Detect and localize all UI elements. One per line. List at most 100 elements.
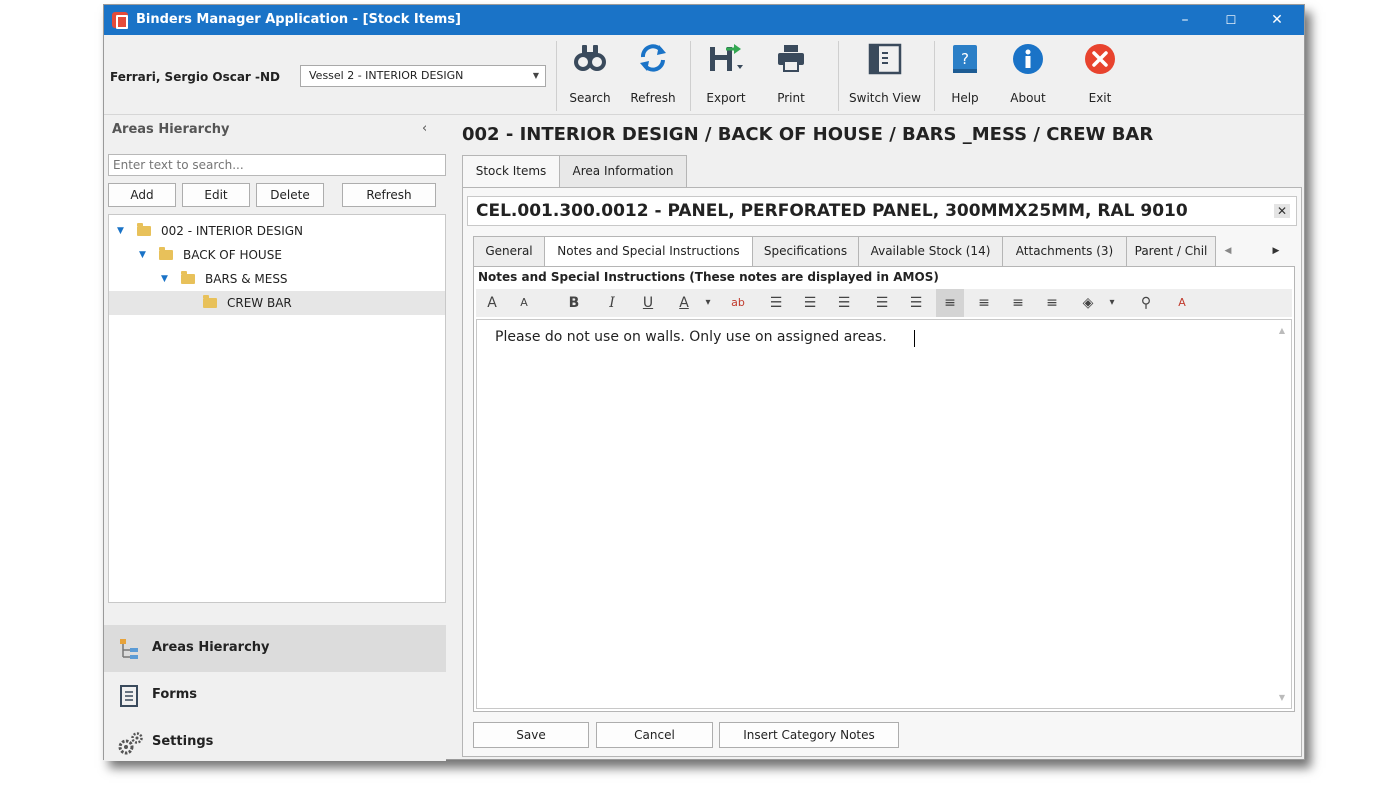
font-color-icon[interactable]: A xyxy=(670,289,698,317)
tab-specifications[interactable]: Specifications xyxy=(752,236,859,266)
tab-scroll-right-icon[interactable]: ▶ xyxy=(1265,236,1287,266)
binoculars-icon xyxy=(574,45,606,71)
tab-general[interactable]: General xyxy=(473,236,545,266)
minimize-button[interactable]: – xyxy=(1162,5,1208,35)
chevron-down-icon[interactable]: ▼ xyxy=(161,267,168,291)
toolbar-separator xyxy=(556,41,557,111)
folder-icon xyxy=(181,271,195,284)
tree-item[interactable]: ▼ BARS & MESS xyxy=(109,267,445,291)
main-panel: 002 - INTERIOR DESIGN / BACK OF HOUSE / … xyxy=(454,115,1304,761)
refresh-button[interactable]: Refresh xyxy=(622,43,684,111)
bullets-icon[interactable]: ☰ xyxy=(762,289,790,317)
text-caret xyxy=(914,330,915,347)
nav-forms[interactable]: Forms xyxy=(104,672,446,719)
chevron-down-icon[interactable]: ▾ xyxy=(1104,289,1120,317)
tab-attachments[interactable]: Attachments (3) xyxy=(1002,236,1127,266)
item-title: CEL.001.300.0012 - PANEL, PERFORATED PAN… xyxy=(476,201,1188,221)
search-button[interactable]: Search xyxy=(562,43,618,111)
tab-available-stock[interactable]: Available Stock (14) xyxy=(858,236,1003,266)
notes-panel: Notes and Special Instructions (These no… xyxy=(473,266,1295,712)
numbering-icon[interactable]: ☰ xyxy=(796,289,824,317)
item-header: CEL.001.300.0012 - PANEL, PERFORATED PAN… xyxy=(467,196,1297,226)
user-name: Ferrari, Sergio Oscar -ND xyxy=(110,70,281,84)
chevron-down-icon: ▼ xyxy=(532,71,539,80)
tree-item-selected[interactable]: CREW BAR xyxy=(109,291,445,315)
shrink-font-icon[interactable]: A xyxy=(510,289,538,317)
search-button-label: Search xyxy=(569,91,611,105)
switch-view-icon xyxy=(868,43,902,75)
formatting-toolbar: A A B I U A ▾ ab ☰ ☰ ☰ ☰ ☰ ≡ ≡ ≡ ≡ ◈ ▾ ⚲… xyxy=(476,289,1292,317)
close-icon[interactable]: ✕ xyxy=(1274,204,1290,218)
grow-font-icon[interactable]: A xyxy=(478,289,506,317)
bold-icon[interactable]: B xyxy=(560,289,588,317)
replace-icon[interactable]: A xyxy=(1168,289,1196,317)
tab-area-information[interactable]: Area Information xyxy=(559,155,687,187)
exit-button-label: Exit xyxy=(1088,91,1112,105)
search-input[interactable] xyxy=(108,154,446,176)
exit-icon xyxy=(1085,44,1115,74)
maximize-button[interactable]: ☐ xyxy=(1208,5,1254,35)
gears-icon xyxy=(118,732,143,755)
align-left-icon[interactable]: ≡ xyxy=(936,289,964,317)
nav-settings[interactable]: Settings xyxy=(104,719,446,766)
tab-notes[interactable]: Notes and Special Instructions xyxy=(544,236,753,267)
export-button-label: Export xyxy=(706,91,746,105)
areas-tree: ▼ 002 - INTERIOR DESIGN ▼ BACK OF HOUSE … xyxy=(108,214,446,603)
note-text[interactable]: Please do not use on walls. Only use on … xyxy=(495,329,887,345)
title-bar[interactable]: Binders Manager Application - [Stock Ite… xyxy=(104,5,1304,35)
align-center-icon[interactable]: ≡ xyxy=(970,289,998,317)
about-button[interactable]: About xyxy=(1002,43,1054,111)
stock-item-frame: CEL.001.300.0012 - PANEL, PERFORATED PAN… xyxy=(462,187,1302,757)
edit-button[interactable]: Edit xyxy=(182,183,250,207)
insert-category-notes-button[interactable]: Insert Category Notes xyxy=(719,722,899,748)
tree-item[interactable]: ▼ BACK OF HOUSE xyxy=(109,243,445,267)
nav-label: Settings xyxy=(152,734,214,749)
chevron-down-icon[interactable]: ▼ xyxy=(117,219,124,243)
underline-icon[interactable]: U xyxy=(634,289,662,317)
decrease-indent-icon[interactable]: ☰ xyxy=(868,289,896,317)
app-window: Binders Manager Application - [Stock Ite… xyxy=(103,4,1305,761)
tree-item[interactable]: ▼ 002 - INTERIOR DESIGN xyxy=(109,219,445,243)
chevron-down-icon[interactable]: ▼ xyxy=(139,243,146,267)
cancel-button[interactable]: Cancel xyxy=(596,722,713,748)
breadcrumb: 002 - INTERIOR DESIGN / BACK OF HOUSE / … xyxy=(462,124,1154,145)
tree-item-label: BACK OF HOUSE xyxy=(183,248,282,262)
scroll-down-icon[interactable]: ▼ xyxy=(1279,693,1285,702)
nav-areas-hierarchy[interactable]: Areas Hierarchy xyxy=(104,625,446,672)
tab-stock-items[interactable]: Stock Items xyxy=(462,155,560,188)
vessel-select[interactable]: Vessel 2 - INTERIOR DESIGN ▼ xyxy=(300,65,546,87)
scroll-up-icon[interactable]: ▲ xyxy=(1279,326,1285,335)
chevron-down-icon[interactable]: ▾ xyxy=(700,289,716,317)
tree-item-label: 002 - INTERIOR DESIGN xyxy=(161,224,304,238)
justify-icon[interactable]: ≡ xyxy=(1038,289,1066,317)
print-button[interactable]: Print xyxy=(766,43,816,111)
delete-button[interactable]: Delete xyxy=(256,183,324,207)
save-button[interactable]: Save xyxy=(473,722,589,748)
help-button[interactable]: ? Help xyxy=(942,43,988,111)
highlight-icon[interactable]: ab xyxy=(724,289,752,317)
multilevel-list-icon[interactable]: ☰ xyxy=(830,289,858,317)
align-right-icon[interactable]: ≡ xyxy=(1004,289,1032,317)
hierarchy-icon xyxy=(120,639,138,659)
export-button[interactable]: Export xyxy=(696,43,756,111)
about-button-label: About xyxy=(1010,91,1046,105)
folder-icon xyxy=(137,223,151,236)
refresh-tree-button[interactable]: Refresh xyxy=(342,183,436,207)
find-icon[interactable]: ⚲ xyxy=(1132,289,1160,317)
exit-button[interactable]: Exit xyxy=(1080,43,1120,111)
window-title: Binders Manager Application - [Stock Ite… xyxy=(136,12,461,27)
notes-editor[interactable]: Please do not use on walls. Only use on … xyxy=(476,319,1292,709)
close-button[interactable]: ✕ xyxy=(1254,5,1300,35)
switch-view-button[interactable]: Switch View xyxy=(842,43,928,111)
nav-label: Forms xyxy=(152,687,197,702)
increase-indent-icon[interactable]: ☰ xyxy=(902,289,930,317)
switch-view-button-label: Switch View xyxy=(849,91,921,105)
collapse-panel-button[interactable]: ‹ xyxy=(422,121,427,136)
italic-icon[interactable]: I xyxy=(598,289,626,317)
area-folder-icon xyxy=(203,295,217,308)
tab-parent-child[interactable]: Parent / Chil xyxy=(1126,236,1216,266)
add-button[interactable]: Add xyxy=(108,183,176,207)
fill-color-icon[interactable]: ◈ xyxy=(1074,289,1102,317)
tree-item-label: CREW BAR xyxy=(227,296,292,310)
tab-scroll-left-icon[interactable]: ◀ xyxy=(1217,236,1239,266)
